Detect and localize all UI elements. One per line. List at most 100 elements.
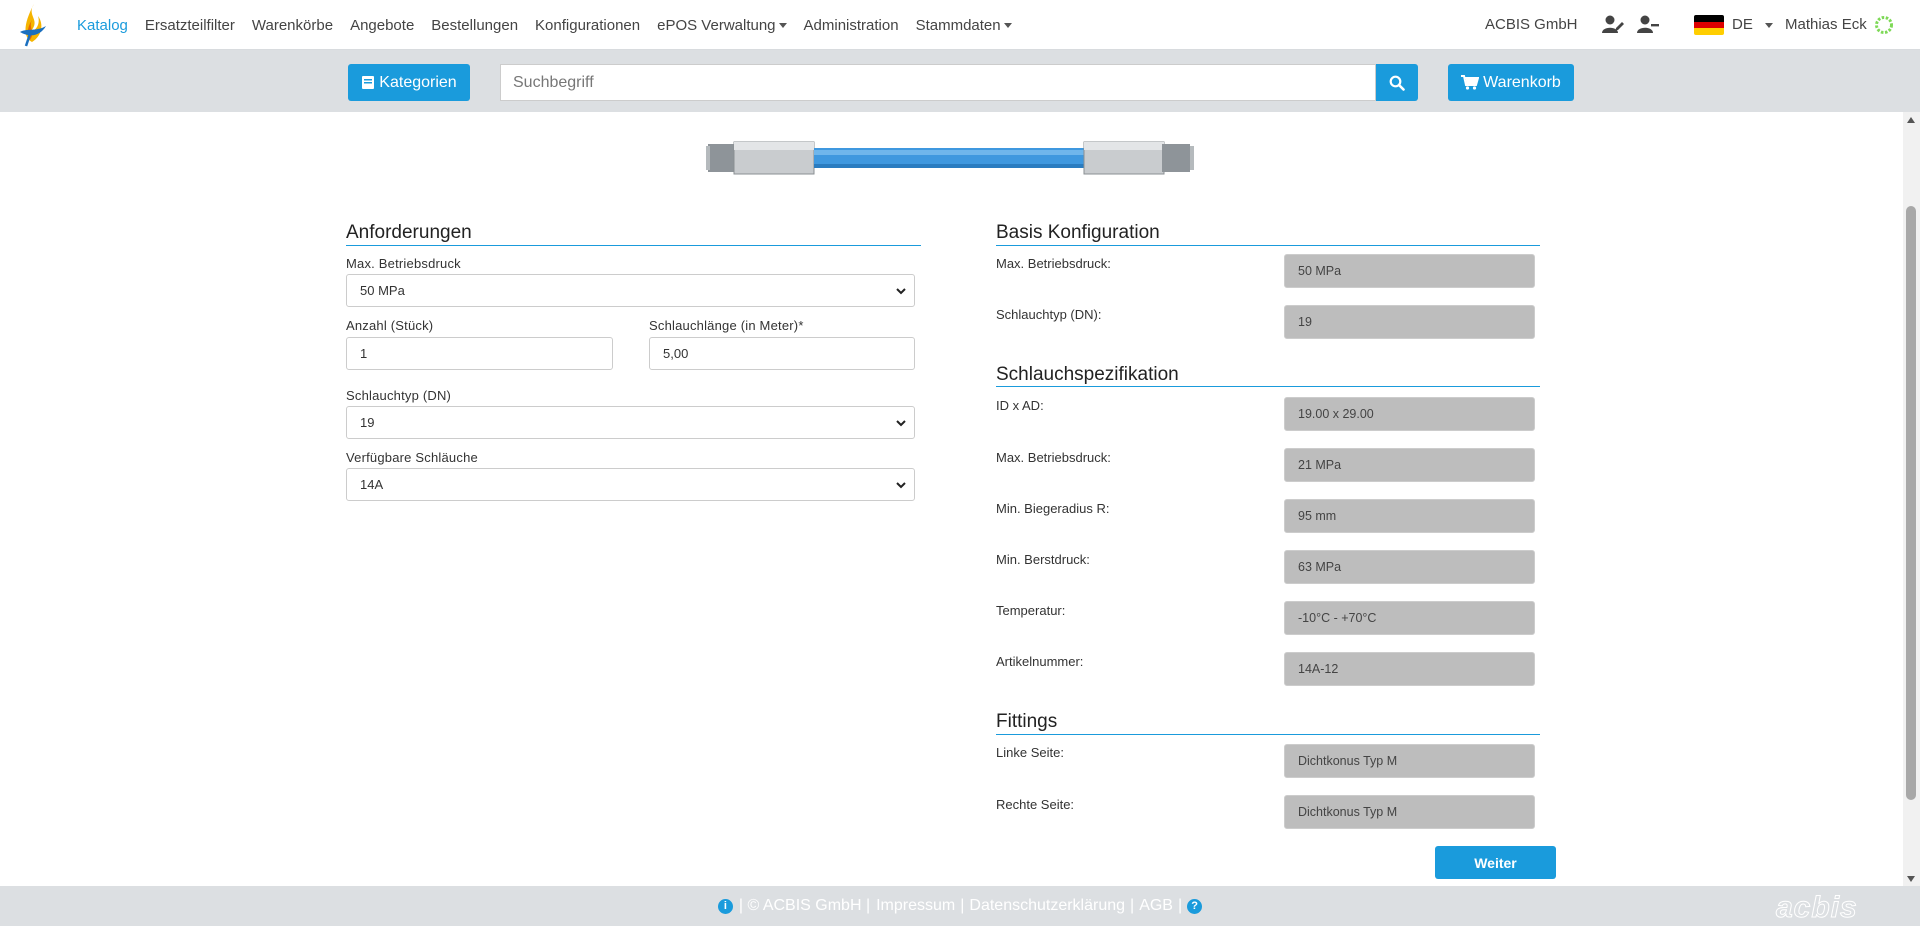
scroll-up-icon[interactable] xyxy=(1907,117,1915,123)
spec-id-ad-label: ID x AD: xyxy=(996,398,1044,413)
available-hoses-value: 14A xyxy=(360,477,384,492)
chevron-down-icon xyxy=(896,288,906,295)
quantity-input[interactable]: 1 xyxy=(346,337,613,370)
nav-stammdaten-label: Stammdaten xyxy=(915,16,1001,34)
search-band: Kategorien Suchbegriff Warenkorb xyxy=(0,50,1920,112)
search-icon xyxy=(1389,75,1405,91)
basis-hose-type-field: 19 xyxy=(1284,305,1535,339)
chevron-down-icon xyxy=(1003,23,1012,29)
info-icon[interactable]: i xyxy=(717,898,733,914)
privacy-link[interactable]: Datenschutzerklärung xyxy=(969,897,1125,915)
nav-warenkoerbe[interactable]: Warenkörbe xyxy=(252,17,333,34)
spec-temperature-value: -10°C - +70°C xyxy=(1298,611,1377,625)
hose-spec-divider xyxy=(996,386,1540,387)
search-button[interactable] xyxy=(1376,64,1418,101)
requirements-title: Anforderungen xyxy=(346,222,472,243)
spec-article-number-label: Artikelnummer: xyxy=(996,654,1084,669)
basis-config-title: Basis Konfiguration xyxy=(996,222,1160,243)
basis-hose-type-value: 19 xyxy=(1298,315,1312,329)
hose-length-value: 5,00 xyxy=(663,346,689,361)
hose-type-label: Schlauchtyp (DN) xyxy=(346,388,452,403)
spec-temperature-label: Temperatur: xyxy=(996,603,1066,618)
available-hoses-select[interactable]: 14A xyxy=(346,468,915,501)
main-nav: Katalog Ersatzteilfilter Warenkörbe Ange… xyxy=(77,0,1029,50)
book-icon xyxy=(362,76,375,89)
nav-konfigurationen[interactable]: Konfigurationen xyxy=(535,17,640,34)
help-icon[interactable]: ? xyxy=(1187,898,1203,914)
impressum-link[interactable]: Impressum xyxy=(876,897,955,915)
fitting-right-value: Dichtkonus Typ M xyxy=(1298,805,1398,819)
next-label: Weiter xyxy=(1474,854,1517,871)
basis-max-pressure-label: Max. Betriebsdruck: xyxy=(996,256,1111,271)
basis-max-pressure-field: 50 MPa xyxy=(1284,254,1535,288)
nav-bestellungen[interactable]: Bestellungen xyxy=(431,17,518,34)
scroll-down-icon[interactable] xyxy=(1907,876,1915,882)
spec-burst-pressure-field: 63 MPa xyxy=(1284,550,1535,584)
footer-brand-logo: acbis xyxy=(1776,891,1858,925)
hose-product-image xyxy=(706,141,1194,175)
available-hoses-label: Verfügbare Schläuche xyxy=(346,450,478,465)
footer-separator: | xyxy=(960,897,965,914)
spec-id-ad-value: 19.00 x 29.00 xyxy=(1298,407,1374,421)
language-label: DE xyxy=(1732,16,1753,33)
hose-type-select[interactable]: 19 xyxy=(346,406,915,439)
chevron-down-icon xyxy=(1765,22,1774,28)
cart-button[interactable]: Warenkorb xyxy=(1448,64,1574,101)
nav-katalog[interactable]: Katalog xyxy=(77,17,128,34)
requirements-divider xyxy=(346,245,921,246)
spec-id-ad-field: 19.00 x 29.00 xyxy=(1284,397,1535,431)
nav-angebote[interactable]: Angebote xyxy=(350,17,414,34)
hose-length-input[interactable]: 5,00 xyxy=(649,337,915,370)
spec-article-number-value: 14A-12 xyxy=(1298,662,1339,676)
nav-epos-verwaltung[interactable]: ePOS Verwaltung xyxy=(657,16,787,34)
chevron-down-icon xyxy=(896,482,906,489)
spec-temperature-field: -10°C - +70°C xyxy=(1284,601,1535,635)
fittings-title: Fittings xyxy=(996,711,1058,732)
nav-ersatzteilfilter[interactable]: Ersatzteilfilter xyxy=(145,17,235,34)
fitting-left-label: Linke Seite: xyxy=(996,745,1064,760)
scrollbar-thumb[interactable] xyxy=(1906,206,1916,800)
spec-bend-radius-field: 95 mm xyxy=(1284,499,1535,533)
categories-label: Kategorien xyxy=(379,73,457,91)
nav-stammdaten[interactable]: Stammdaten xyxy=(916,17,1012,34)
top-navbar: Katalog Ersatzteilfilter Warenkörbe Ange… xyxy=(0,0,1920,50)
agb-link[interactable]: AGB xyxy=(1139,897,1173,915)
fitting-left-field: Dichtkonus Typ M xyxy=(1284,744,1535,778)
basis-config-divider xyxy=(996,245,1540,246)
language-selector[interactable]: DE xyxy=(1732,16,1774,33)
quantity-value: 1 xyxy=(360,346,368,361)
quantity-label: Anzahl (Stück) xyxy=(346,318,434,333)
footer: i | © ACBIS GmbH | Impressum | Datenschu… xyxy=(0,886,1920,926)
german-flag-icon[interactable] xyxy=(1694,15,1724,35)
cart-label: Warenkorb xyxy=(1483,73,1561,91)
spec-burst-pressure-label: Min. Berstdruck: xyxy=(996,552,1090,567)
fitting-left-value: Dichtkonus Typ M xyxy=(1298,754,1398,768)
brand-logo[interactable] xyxy=(16,2,52,48)
next-button[interactable]: Weiter xyxy=(1435,846,1556,879)
company-name[interactable]: ACBIS GmbH xyxy=(1485,16,1578,33)
max-pressure-value: 50 MPa xyxy=(360,283,405,298)
chevron-down-icon xyxy=(896,420,906,427)
user-edit-icon[interactable] xyxy=(1602,14,1624,34)
max-pressure-select[interactable]: 50 MPa xyxy=(346,274,915,307)
footer-copyright: | © ACBIS GmbH | xyxy=(738,897,871,914)
nav-administration[interactable]: Administration xyxy=(804,17,899,34)
fittings-divider xyxy=(996,734,1540,735)
fitting-right-label: Rechte Seite: xyxy=(996,797,1075,812)
fitting-right-field: Dichtkonus Typ M xyxy=(1284,795,1535,829)
basis-max-pressure-value: 50 MPa xyxy=(1298,264,1342,278)
chevron-down-icon xyxy=(778,23,787,29)
user-remove-icon[interactable] xyxy=(1637,14,1659,34)
footer-separator: | xyxy=(1177,897,1183,914)
online-status-icon xyxy=(1875,16,1893,34)
spec-burst-pressure-value: 63 MPa xyxy=(1298,560,1342,574)
categories-button[interactable]: Kategorien xyxy=(348,64,470,101)
basis-hose-type-label: Schlauchtyp (DN): xyxy=(996,307,1102,322)
search-input[interactable]: Suchbegriff xyxy=(500,64,1376,101)
shopping-cart-icon xyxy=(1461,75,1480,90)
footer-separator: | xyxy=(1130,897,1135,914)
nav-epos-label: ePOS Verwaltung xyxy=(657,16,776,34)
max-pressure-label: Max. Betriebsdruck xyxy=(346,256,461,271)
hose-type-value: 19 xyxy=(360,415,375,430)
user-name[interactable]: Mathias Eck xyxy=(1785,16,1867,33)
